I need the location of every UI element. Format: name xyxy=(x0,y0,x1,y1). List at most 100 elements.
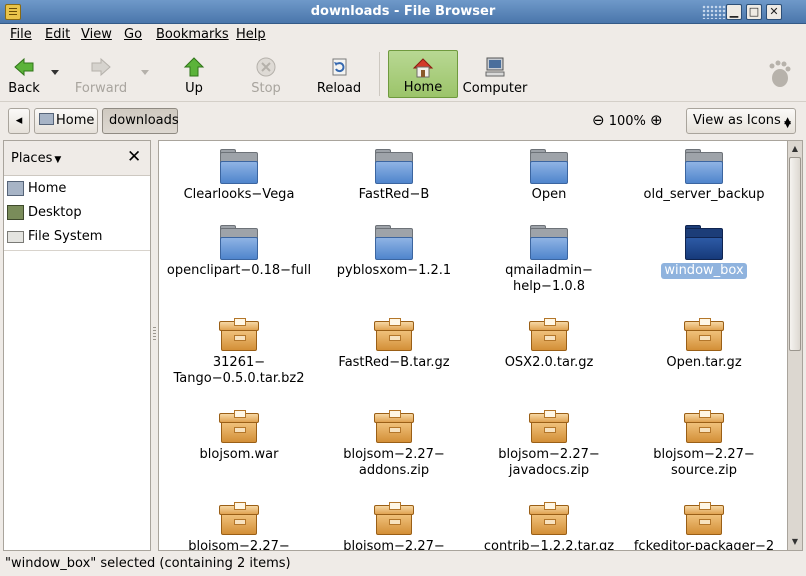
stop-button[interactable]: Stop xyxy=(246,50,286,98)
folder-icon xyxy=(218,149,260,185)
package-icon xyxy=(682,317,726,353)
sidebar: Places ▼ ✕ Home Desktop File System xyxy=(3,140,151,551)
package-icon xyxy=(372,317,416,353)
forward-button[interactable]: Forward xyxy=(72,50,130,98)
file-item[interactable]: old_server_backup xyxy=(629,149,779,203)
view-mode-select[interactable]: View as Icons ▲ ▼ xyxy=(686,108,796,134)
package-icon xyxy=(217,317,261,353)
file-item[interactable]: blojsom−2.27− javadocs.zip xyxy=(474,409,624,479)
forward-history-dropdown[interactable] xyxy=(141,70,149,75)
package-icon xyxy=(682,501,726,537)
menu-go[interactable]: Go xyxy=(124,27,142,42)
file-item[interactable]: FastRed−B xyxy=(319,149,469,203)
package-icon xyxy=(527,409,571,445)
scroll-up-icon[interactable]: ▲ xyxy=(789,142,801,156)
scroll-down-icon[interactable]: ▼ xyxy=(789,535,801,549)
places-dropdown[interactable]: Places ▼ xyxy=(11,151,61,166)
package-icon xyxy=(527,501,571,537)
computer-icon xyxy=(485,57,505,77)
up-arrow-icon xyxy=(183,57,205,77)
harddrive-icon xyxy=(7,231,24,243)
file-item[interactable]: Open xyxy=(474,149,624,203)
back-arrow-icon xyxy=(14,57,34,77)
status-bar: "window_box" selected (containing 2 item… xyxy=(0,553,806,576)
folder-icon xyxy=(373,225,415,261)
zoom-out-icon[interactable]: ⊖ xyxy=(592,111,605,129)
zoom-level: 100% xyxy=(608,114,646,129)
folder-icon xyxy=(218,225,260,261)
menu-bar: File Edit View Go Bookmarks Help xyxy=(0,24,806,46)
file-item[interactable]: Open.tar.gz xyxy=(629,317,779,371)
file-item[interactable]: qmailadmin− help−1.0.8 xyxy=(474,225,624,295)
file-item[interactable]: contrib−1.2.2.tar.gz xyxy=(474,501,624,550)
sidebar-header: Places ▼ ✕ xyxy=(4,141,150,176)
menu-view[interactable]: View xyxy=(81,27,112,42)
file-item-selected[interactable]: window_box xyxy=(629,225,779,279)
package-icon xyxy=(527,317,571,353)
menu-edit[interactable]: Edit xyxy=(45,27,70,42)
stop-icon xyxy=(256,57,276,77)
menu-help[interactable]: Help xyxy=(236,27,266,42)
zoom-in-icon[interactable]: ⊕ xyxy=(650,111,663,129)
folder-icon xyxy=(528,149,570,185)
up-button[interactable]: Up xyxy=(174,50,214,98)
menu-file[interactable]: File xyxy=(10,27,32,42)
home-button[interactable]: Home xyxy=(388,50,458,98)
file-item[interactable]: fckeditor-packager−2 xyxy=(629,501,779,550)
file-item[interactable]: pyblosxom−1.2.1 xyxy=(319,225,469,279)
file-item[interactable]: Clearlooks−Vega xyxy=(164,149,314,203)
computer-button[interactable]: Computer xyxy=(462,50,528,98)
folder-open-icon xyxy=(683,225,725,261)
sidebar-item-home[interactable]: Home xyxy=(6,178,148,200)
reload-button[interactable]: Reload xyxy=(314,50,364,98)
file-item[interactable]: openclipart−0.18−full xyxy=(164,225,314,279)
file-item[interactable]: blojsom.war xyxy=(164,409,314,463)
folder-icon xyxy=(528,225,570,261)
back-button[interactable]: Back xyxy=(4,50,44,98)
minimize-button[interactable]: ▁ xyxy=(726,4,742,20)
gnome-foot-icon xyxy=(769,60,791,87)
file-item[interactable]: blojsom−2.27− xyxy=(319,501,469,550)
package-icon xyxy=(217,409,261,445)
package-icon xyxy=(682,409,726,445)
chevron-down-icon: ▼ xyxy=(54,155,62,165)
back-history-dropdown[interactable] xyxy=(51,70,59,75)
file-item[interactable]: blojsom−2.27− addons.zip xyxy=(319,409,469,479)
desktop-icon xyxy=(7,205,24,220)
home-icon xyxy=(412,58,434,78)
crumb-downloads[interactable]: downloads xyxy=(102,108,179,134)
file-item[interactable]: blojsom−2.27− xyxy=(164,501,314,550)
close-button[interactable]: ✕ xyxy=(766,4,782,20)
menu-bookmarks[interactable]: Bookmarks xyxy=(156,27,229,42)
pane-splitter[interactable] xyxy=(151,140,158,551)
location-bar: ◂ Home downloads ⊖ 100% ⊕ View as Icons … xyxy=(0,102,806,138)
vertical-scrollbar[interactable]: ▲ ▼ xyxy=(788,140,803,551)
zoom-controls: ⊖ 100% ⊕ xyxy=(592,110,663,132)
folder-icon xyxy=(683,149,725,185)
maximize-button[interactable]: □ xyxy=(746,4,762,20)
file-item[interactable]: 31261− Tango−0.5.0.tar.bz2 xyxy=(164,317,314,387)
sidebar-item-filesystem[interactable]: File System xyxy=(6,226,148,248)
toolbar-separator xyxy=(379,52,380,96)
close-sidebar-button[interactable]: ✕ xyxy=(127,147,141,167)
sidebar-item-desktop[interactable]: Desktop xyxy=(6,202,148,224)
path-left-button[interactable]: ◂ xyxy=(8,108,30,134)
home-folder-icon xyxy=(39,113,54,125)
home-folder-icon xyxy=(7,181,24,196)
file-item[interactable]: FastRed−B.tar.gz xyxy=(319,317,469,371)
package-icon xyxy=(372,501,416,537)
file-item[interactable]: OSX2.0.tar.gz xyxy=(474,317,624,371)
scrollbar-thumb[interactable] xyxy=(789,157,801,351)
chevron-left-icon: ◂ xyxy=(15,113,23,128)
toolbar: Back Forward Up Stop Reload Home Compute… xyxy=(0,46,806,102)
package-icon xyxy=(217,501,261,537)
reload-icon xyxy=(332,58,347,76)
package-icon xyxy=(372,409,416,445)
file-item[interactable]: blojsom−2.27− source.zip xyxy=(629,409,779,479)
crumb-home[interactable]: Home xyxy=(34,108,98,134)
forward-arrow-icon xyxy=(91,57,111,77)
window-title: downloads - File Browser xyxy=(310,4,496,19)
title-bar: downloads - File Browser ▁ □ ✕ xyxy=(0,0,806,24)
folder-icon xyxy=(373,149,415,185)
icon-view: Clearlooks−Vega FastRed−B Open old_serve… xyxy=(158,140,788,551)
